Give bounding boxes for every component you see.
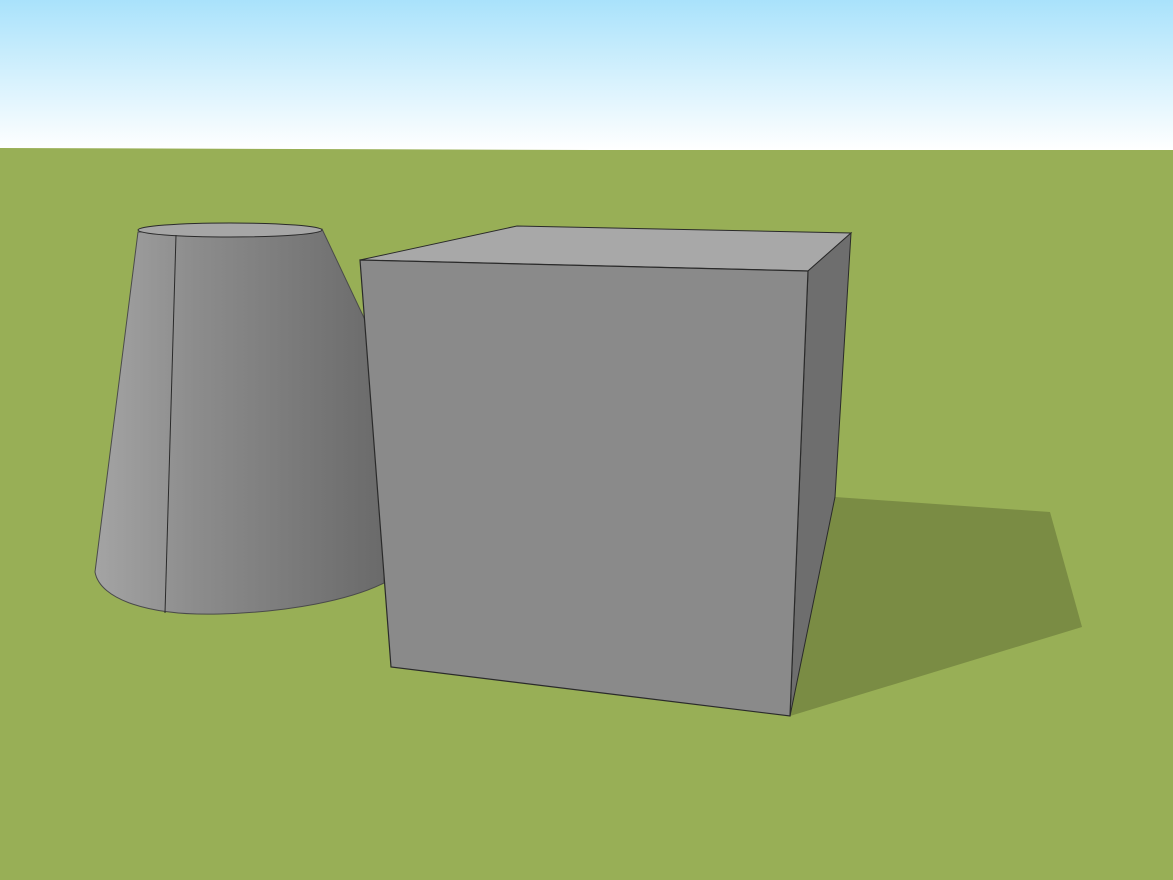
- cube-front-face[interactable]: [359, 259, 809, 717]
- model-viewport[interactable]: [0, 0, 1173, 880]
- cube[interactable]: [359, 225, 853, 717]
- sky: [0, 0, 1173, 150]
- cone-body[interactable]: [94, 228, 385, 615]
- truncated-cone[interactable]: [94, 222, 385, 615]
- cone-top-cap[interactable]: [137, 222, 323, 238]
